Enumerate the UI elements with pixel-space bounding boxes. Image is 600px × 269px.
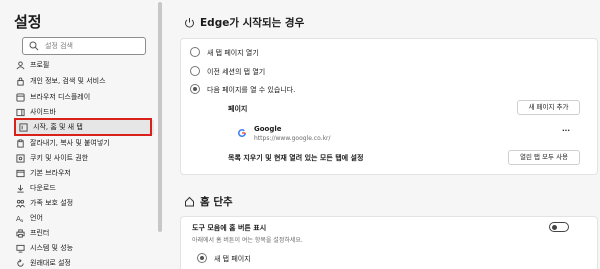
radio-new-tab[interactable] (190, 47, 200, 57)
browser-icon (16, 169, 25, 178)
sidebar-item-language[interactable]: Aa 언어 (14, 211, 154, 226)
search-placeholder: 설정 검색 (45, 42, 73, 50)
show-home-button-label: 도구 모음에 홈 버튼 표시 (192, 224, 267, 232)
home-icon (185, 196, 194, 207)
more-options-icon[interactable]: ... (562, 125, 570, 133)
annotation-highlight-box (14, 118, 152, 136)
home-section-title: 홈 단추 (200, 196, 233, 208)
appearance-icon (16, 93, 25, 102)
sidebar-item-label: 프린터 (30, 229, 50, 237)
power-icon (185, 18, 194, 28)
sidebar-item-printers[interactable]: 프린터 (14, 226, 154, 241)
svg-text:a: a (21, 219, 24, 223)
option-label: 새 탭 페이지 (214, 255, 251, 263)
sidebar-item-default-browser[interactable]: 기본 브라우저 (14, 166, 154, 181)
sidebar-item-reset[interactable]: 원래대로 설정 (14, 256, 154, 269)
sidebar-item-label: 개인 정보, 검색 및 서비스 (30, 77, 106, 85)
sidebar-item-label: 사이드바 (30, 108, 56, 116)
page-url: https://www.google.co.kr/ (254, 135, 331, 142)
language-icon: Aa (16, 214, 24, 223)
family-icon (16, 199, 25, 208)
sidebar-title: 설정 (14, 13, 42, 31)
option-label: 이전 세션의 탭 열기 (207, 68, 266, 76)
search-icon (29, 41, 39, 51)
sidebar-item-appearance[interactable]: 브라우저 디스플레이 (14, 90, 154, 105)
startup-section-title: Edge가 시작되는 경우 (200, 17, 305, 29)
pages-label: 페이지 (228, 105, 248, 113)
sidebar-item-downloads[interactable]: 다운로드 (14, 181, 154, 196)
sidebar-item-label: 잘라내기, 복사 및 붙여넣기 (30, 139, 110, 147)
sidebar-item-cookies[interactable]: 쿠키 및 사이트 권한 (14, 151, 154, 166)
sidebar-item-label: 브라우저 디스플레이 (30, 93, 91, 101)
sidebar-item-clipboard[interactable]: 잘라내기, 복사 및 붙여넣기 (14, 136, 154, 151)
add-new-page-button[interactable]: 새 페이지 추가 (517, 100, 580, 115)
sidebar-item-label: 쿠키 및 사이트 권한 (30, 154, 89, 162)
privacy-lock-icon (17, 77, 24, 86)
clear-list-note: 목록 지우기 및 현재 열려 있는 모든 탭에 설정 (228, 154, 364, 162)
sidebar-item-profile[interactable]: 프로필 (14, 58, 154, 73)
sidebar-item-privacy[interactable]: 개인 정보, 검색 및 서비스 (14, 74, 154, 89)
sidebar-item-label: 다운로드 (30, 184, 56, 192)
sidebar-item-label: 프로필 (30, 61, 50, 69)
search-settings-input[interactable]: 설정 검색 (22, 37, 146, 55)
show-home-button-desc: 아래에서 홈 버튼이 여는 항목을 설정하세요. (192, 237, 303, 244)
page-name: Google (254, 125, 282, 133)
sidebar-item-label: 가족 보호 설정 (30, 199, 74, 207)
sidebar-item-label: 원래대로 설정 (30, 259, 71, 267)
radio-previous-session[interactable] (190, 66, 200, 76)
sidebar-item-label: 언어 (30, 214, 43, 222)
home-button-toggle[interactable] (549, 222, 569, 232)
startup-card: 새 탭 페이지 열기 이전 세션의 탭 열기 다음 페이지를 열 수 있습니다.… (180, 38, 598, 175)
profile-icon (16, 61, 25, 70)
sidebar-item-family[interactable]: 가족 보호 설정 (14, 196, 154, 211)
cookie-icon (16, 154, 25, 163)
radio-home-new-tab[interactable] (197, 253, 207, 263)
settings-sidebar: 설정 설정 검색 프로필 개인 정보, 검색 및 서비스 브라우저 디스플레이 … (0, 0, 162, 269)
sidebar-scrollbar[interactable] (158, 2, 162, 232)
download-icon (17, 184, 24, 193)
reset-icon (17, 259, 24, 267)
system-icon (16, 244, 25, 253)
sidebar-item-label: 시스템 및 성능 (30, 244, 74, 252)
sidebar-icon (16, 108, 25, 117)
radio-open-pages[interactable] (190, 84, 200, 94)
clipboard-icon (17, 139, 24, 148)
sidebar-item-label: 기본 브라우저 (30, 169, 71, 177)
google-g-icon (238, 129, 246, 137)
home-card: 도구 모음에 홈 버튼 표시 아래에서 홈 버튼이 여는 항목을 설정하세요. … (180, 216, 598, 269)
printer-icon (16, 229, 25, 238)
settings-main: Edge가 시작되는 경우 새 탭 페이지 열기 이전 세션의 탭 열기 다음 … (170, 0, 600, 269)
sidebar-item-system[interactable]: 시스템 및 성능 (14, 241, 154, 256)
option-label: 새 탭 페이지 열기 (207, 49, 259, 57)
use-all-open-tabs-button[interactable]: 열린 탭 모두 사용 (508, 150, 580, 165)
option-label: 다음 페이지를 열 수 있습니다. (207, 86, 296, 94)
